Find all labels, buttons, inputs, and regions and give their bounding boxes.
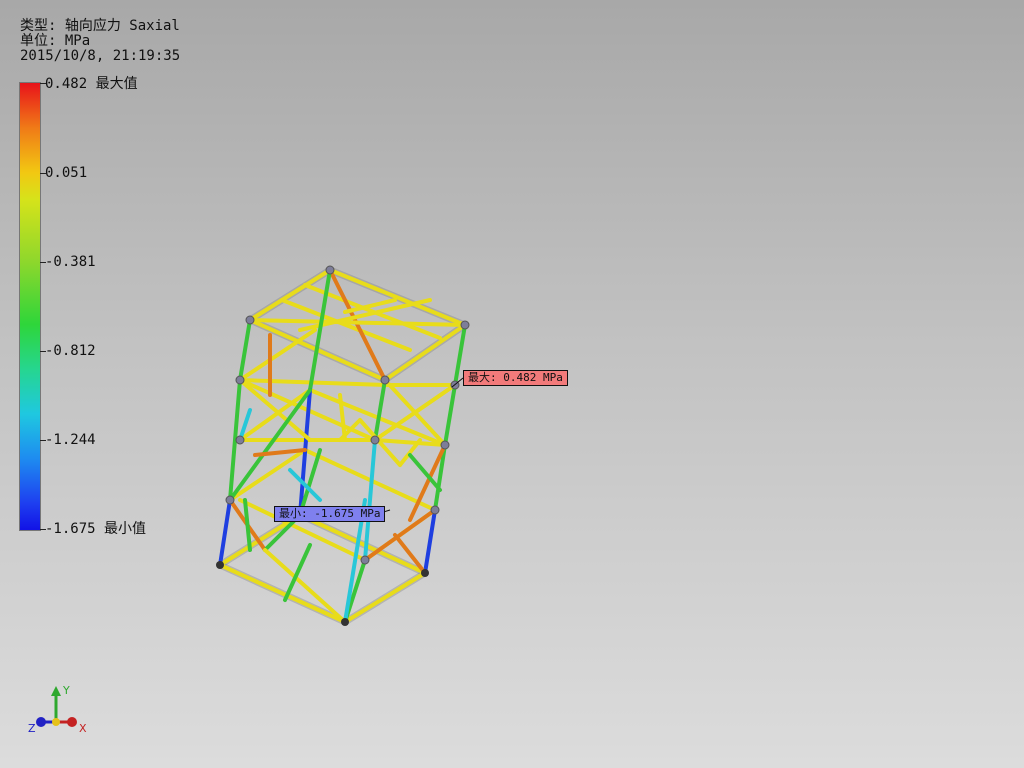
min-value-probe-label[interactable]: 最小: -1.675 MPa bbox=[274, 506, 386, 522]
support-marker bbox=[216, 561, 224, 569]
truss-member bbox=[383, 378, 447, 447]
triad-y-label: Y bbox=[62, 684, 70, 697]
truss-node bbox=[440, 440, 450, 450]
triad-x-label: X bbox=[79, 722, 87, 735]
coordinate-triad[interactable]: Y X Z bbox=[24, 682, 94, 742]
truss-member bbox=[218, 498, 232, 567]
triad-y-arrow-icon bbox=[51, 686, 61, 696]
truss-node bbox=[370, 435, 380, 445]
truss-member bbox=[238, 318, 252, 382]
truss-members bbox=[218, 268, 467, 624]
triad-z-arrow-icon bbox=[36, 717, 46, 727]
max-value-probe-label[interactable]: 最大: 0.482 MPa bbox=[463, 370, 568, 386]
truss-member bbox=[243, 498, 252, 552]
truss-node bbox=[235, 375, 245, 385]
triad-z-label: Z bbox=[28, 722, 36, 735]
truss-node bbox=[235, 435, 245, 445]
truss-node bbox=[225, 495, 235, 505]
truss-node bbox=[325, 265, 335, 275]
triad-x-arrow-icon bbox=[67, 717, 77, 727]
truss-node bbox=[245, 315, 255, 325]
truss-member bbox=[338, 393, 347, 442]
truss-member bbox=[248, 318, 467, 327]
triad-origin-icon bbox=[52, 718, 60, 726]
truss-node bbox=[380, 375, 390, 385]
truss-node bbox=[360, 555, 370, 565]
truss-member bbox=[238, 328, 317, 382]
truss-member bbox=[443, 383, 457, 447]
truss-member bbox=[373, 378, 387, 442]
truss-node bbox=[430, 505, 440, 515]
truss-member bbox=[218, 563, 347, 624]
support-marker bbox=[421, 569, 429, 577]
truss-member bbox=[423, 508, 437, 575]
truss-node bbox=[460, 320, 470, 330]
support-marker bbox=[341, 618, 349, 626]
